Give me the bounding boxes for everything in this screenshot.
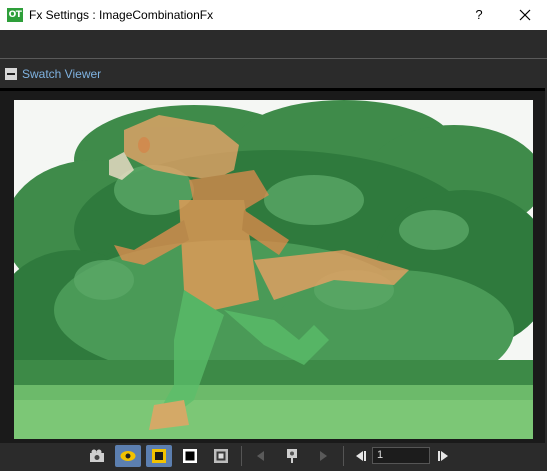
prev-button[interactable] [248, 445, 274, 467]
section-label: Swatch Viewer [22, 67, 102, 81]
black-bg-icon [183, 448, 197, 463]
title-bar: OT Fx Settings : ImageCombinationFx ? [0, 0, 547, 30]
checkerboard-bg-icon [152, 448, 166, 463]
eye-icon [120, 450, 136, 461]
swatch-viewer-header: Swatch Viewer [0, 64, 547, 84]
camera-icon [90, 449, 104, 462]
step-forward-icon [438, 450, 448, 461]
help-button[interactable]: ? [469, 6, 489, 24]
camera-button[interactable] [84, 445, 110, 467]
step-forward-button[interactable] [434, 445, 454, 467]
app-logo-icon: OT [7, 8, 23, 22]
prev-arrow-icon [257, 450, 264, 461]
step-back-button[interactable] [350, 445, 370, 467]
minus-icon[interactable] [5, 68, 17, 80]
toolbar-divider [241, 445, 242, 466]
frame-input[interactable]: 1 [372, 447, 430, 464]
step-back-icon [356, 450, 366, 461]
window-title: Fx Settings : ImageCombinationFx [29, 8, 214, 22]
swatch-preview-image [14, 100, 533, 439]
combined-image [14, 100, 533, 439]
swatch-viewer-panel [0, 88, 545, 443]
checkerboard-bg-button[interactable] [146, 444, 172, 467]
pin-button[interactable] [279, 445, 305, 467]
close-icon [519, 9, 531, 21]
white-bg-icon [214, 448, 228, 463]
toolbar-divider [343, 445, 344, 466]
next-button[interactable] [310, 445, 336, 467]
close-button[interactable] [513, 5, 537, 25]
black-bg-button[interactable] [177, 445, 203, 467]
viewer-toolbar: 1 [84, 443, 462, 468]
next-arrow-icon [320, 450, 327, 461]
pin-icon [287, 448, 297, 463]
preview-toggle-button[interactable] [115, 444, 141, 467]
white-bg-button[interactable] [208, 445, 234, 467]
settings-toolbar-strip [0, 30, 547, 59]
